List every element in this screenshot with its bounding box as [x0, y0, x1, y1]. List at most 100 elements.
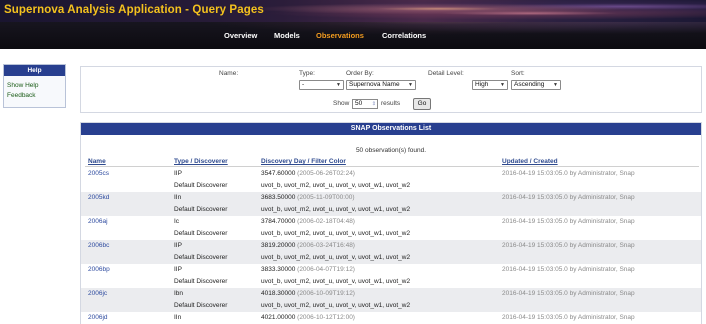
filter-colors: uvot_b, uvot_m2, uvot_u, uvot_v, uvot_w1…: [261, 230, 411, 237]
sort-select[interactable]: Ascending ▼: [511, 80, 561, 90]
updated-created: 2016-04-19 15:03:05.0 by Administrator, …: [502, 314, 635, 321]
updated-created: 2016-04-19 15:03:05.0 by Administrator, …: [502, 242, 635, 249]
supernova-name-link[interactable]: 2006jc: [88, 288, 107, 300]
supernova-name-link[interactable]: 2006aj: [88, 216, 108, 228]
table-row: 2005kd IIn 3683.50000 (2005-11-09T00:00)…: [81, 192, 701, 216]
discovery-day-value: 4021.00000: [261, 314, 296, 321]
sort-label: Sort:: [511, 70, 525, 77]
supernova-name-link[interactable]: 2006jd: [88, 312, 108, 324]
filter-colors: uvot_b, uvot_m2, uvot_u, uvot_v, uvot_w1…: [261, 278, 411, 285]
discoverer: Default Discoverer: [174, 206, 228, 213]
supernova-type: IIn: [174, 194, 182, 201]
main-nav: Overview Models Observations Correlation…: [0, 22, 706, 49]
help-box: Help Show Help Feedback: [3, 64, 66, 108]
chevron-down-icon: ▼: [408, 82, 413, 88]
type-select-value: -: [302, 81, 305, 88]
discovery-date: (2006-10-09T19:12): [297, 290, 355, 297]
name-label: Name:: [219, 70, 239, 77]
discovery-day-value: 3833.30000: [261, 266, 296, 273]
chevron-down-icon: ▼: [553, 82, 558, 88]
table-row: 2005cs IIP 3547.60000 (2005-06-26T02:24)…: [81, 168, 701, 192]
app-title: Supernova Analysis Application - Query P…: [4, 4, 264, 16]
supernova-name-link[interactable]: 2005cs: [88, 168, 109, 180]
header-divider: [85, 166, 699, 167]
discovery-day: 3683.50000 (2005-11-09T00:00): [261, 192, 355, 204]
discoverer: Default Discoverer: [174, 230, 228, 237]
discoverer: Default Discoverer: [174, 254, 228, 261]
detail-level-value: High: [475, 81, 489, 88]
discovery-day: 4018.30000 (2006-10-09T19:12): [261, 288, 355, 300]
column-updated-created[interactable]: Updated / Created: [502, 158, 558, 165]
results-count-value: 50: [355, 100, 363, 107]
supernova-type: IIP: [174, 170, 182, 177]
table-row: 2006bp IIP 3833.30000 (2006-04-07T19:12)…: [81, 264, 701, 288]
query-form: Name: Type: Order By: Detail Level: Sort…: [80, 66, 702, 113]
supernova-type: Ic: [174, 218, 180, 225]
discovery-date: (2005-11-09T00:00): [297, 194, 355, 201]
results-count-stepper[interactable]: 50 ⇳: [352, 99, 378, 109]
supernova-type: IIP: [174, 242, 182, 249]
discovery-day: 4021.00000 (2006-10-12T12:00): [261, 312, 355, 324]
updated-created: 2016-04-19 15:03:05.0 by Administrator, …: [502, 170, 635, 177]
discovery-date: (2006-04-07T19:12): [297, 266, 355, 273]
discovery-day: 3784.70000 (2006-02-18T04:48): [261, 216, 355, 228]
nav-models[interactable]: Models: [274, 31, 300, 40]
help-title: Help: [4, 65, 65, 76]
detail-level-select[interactable]: High ▼: [472, 80, 508, 90]
discovery-day: 3819.20000 (2006-03-24T16:48): [261, 240, 355, 252]
discovery-date: (2006-03-24T16:48): [297, 242, 355, 249]
supernova-type: IIn: [174, 314, 182, 321]
discovery-day-value: 3683.50000: [261, 194, 296, 201]
discoverer: Default Discoverer: [174, 182, 228, 189]
supernova-type: IIP: [174, 266, 182, 273]
order-by-select[interactable]: Supernova Name ▼: [346, 80, 416, 90]
table-row: 2006jc Ibn 4018.30000 (2006-10-09T19:12)…: [81, 288, 701, 312]
updated-created: 2016-04-19 15:03:05.0 by Administrator, …: [502, 218, 635, 225]
filter-colors: uvot_b, uvot_m2, uvot_u, uvot_v, uvot_w1…: [261, 182, 411, 189]
chevron-down-icon: ▼: [336, 82, 341, 88]
type-label: Type:: [299, 70, 315, 77]
table-row: 2006bc IIP 3819.20000 (2006-03-24T16:48)…: [81, 240, 701, 264]
discovery-date: (2006-02-18T04:48): [297, 218, 355, 225]
filter-colors: uvot_b, uvot_m2, uvot_u, uvot_v, uvot_w1…: [261, 254, 411, 261]
supernova-name-link[interactable]: 2006bc: [88, 240, 109, 252]
discovery-day-value: 4018.30000: [261, 290, 296, 297]
discovery-date: (2005-06-26T02:24): [297, 170, 355, 177]
updated-created: 2016-04-19 15:03:05.0 by Administrator, …: [502, 266, 635, 273]
rows-container: 2005cs IIP 3547.60000 (2005-06-26T02:24)…: [81, 168, 701, 324]
column-type-discoverer[interactable]: Type / Discoverer: [174, 158, 228, 165]
discoverer: Default Discoverer: [174, 302, 228, 309]
order-by-label: Order By:: [346, 70, 374, 77]
type-select[interactable]: - ▼: [299, 80, 344, 90]
show-label: Show: [333, 100, 350, 107]
sort-value: Ascending: [514, 81, 545, 88]
supernova-name-link[interactable]: 2006bp: [88, 264, 110, 276]
updated-created: 2016-04-19 15:03:05.0 by Administrator, …: [502, 194, 635, 201]
discoverer: Default Discoverer: [174, 278, 228, 285]
nav-correlations[interactable]: Correlations: [382, 31, 426, 40]
detail-level-label: Detail Level:: [428, 70, 464, 77]
results-label: results: [381, 100, 401, 107]
nav-overview[interactable]: Overview: [224, 31, 257, 40]
table-row: 2006jd IIn 4021.00000 (2006-10-12T12:00)…: [81, 312, 701, 324]
go-button[interactable]: Go: [413, 98, 431, 110]
supernova-type: Ibn: [174, 290, 184, 297]
discovery-day-value: 3784.70000: [261, 218, 296, 225]
filter-colors: uvot_b, uvot_m2, uvot_u, uvot_v, uvot_w1…: [261, 206, 411, 213]
list-title: SNAP Observations List: [81, 123, 701, 135]
discovery-day: 3833.30000 (2006-04-07T19:12): [261, 264, 355, 276]
column-discovery-day[interactable]: Discovery Day / Filter Color: [261, 158, 346, 165]
filter-colors: uvot_b, uvot_m2, uvot_u, uvot_v, uvot_w1…: [261, 302, 411, 309]
header-banner: Supernova Analysis Application - Query P…: [0, 0, 706, 22]
supernova-name-link[interactable]: 2005kd: [88, 192, 109, 204]
observations-list: SNAP Observations List 50 observation(s)…: [80, 122, 702, 324]
column-name[interactable]: Name: [88, 158, 106, 165]
show-help-link[interactable]: Show Help: [7, 82, 65, 89]
order-by-value: Supernova Name: [349, 81, 400, 88]
nav-observations[interactable]: Observations: [316, 31, 364, 40]
feedback-link[interactable]: Feedback: [7, 92, 65, 99]
table-row: 2006aj Ic 3784.70000 (2006-02-18T04:48) …: [81, 216, 701, 240]
spinner-icon[interactable]: ⇳: [372, 100, 376, 108]
chevron-down-icon: ▼: [500, 82, 505, 88]
discovery-day-value: 3547.60000: [261, 170, 296, 177]
